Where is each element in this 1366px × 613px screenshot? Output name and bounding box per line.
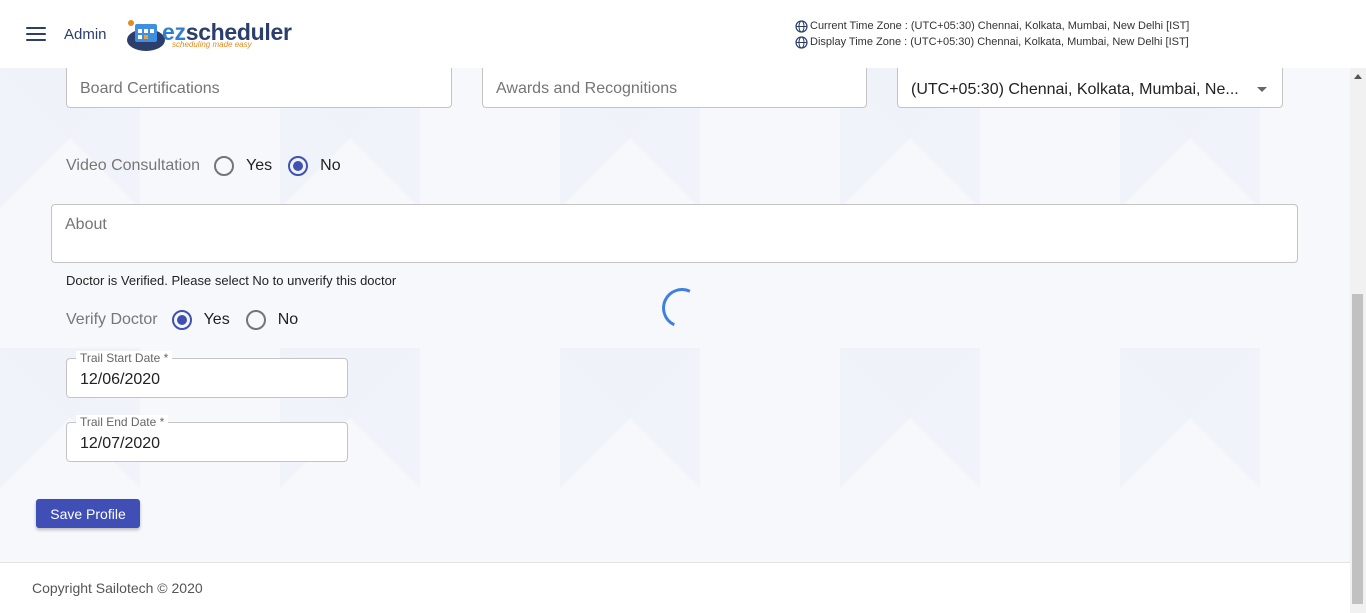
scroll-up-arrow-icon[interactable] (1354, 74, 1362, 79)
verify-doctor-label: Verify Doctor (66, 311, 158, 328)
save-profile-button[interactable]: Save Profile (36, 499, 140, 528)
radio-unchecked-icon (214, 156, 235, 176)
verified-note: Doctor is Verified. Please select No to … (66, 273, 397, 288)
admin-label: Admin (64, 26, 107, 43)
video-consultation-label: Video Consultation (66, 157, 201, 174)
radio-checked-icon (171, 310, 192, 330)
footer: Copyright Sailotech © 2020 (0, 562, 1350, 613)
video-consultation-no-radio[interactable]: No (288, 156, 341, 176)
current-timezone-text: Current Time Zone : (UTC+05:30) Chennai,… (810, 20, 1190, 32)
trial-start-date-input[interactable]: Trail Start Date * 12/06/2020 (66, 351, 348, 398)
verify-doctor-no-radio[interactable]: No (245, 310, 298, 330)
logo-tagline: scheduling made easy (172, 40, 252, 49)
globe-icon (795, 19, 808, 33)
about-placeholder: About (65, 216, 107, 233)
video-consultation-yes-radio[interactable]: Yes (214, 156, 272, 176)
ezscheduler-logo[interactable]: ezscheduler scheduling made easy (126, 14, 298, 54)
app-header: Admin ezscheduler scheduling made easy C… (0, 0, 1366, 68)
radio-checked-icon (288, 156, 309, 176)
radio-unchecked-icon (245, 310, 266, 330)
display-timezone-value: (UTC+05:30) Chennai, Kolkata, Mumbai, Ne… (911, 81, 1239, 98)
scrollbar-thumb[interactable] (1352, 294, 1363, 604)
copyright-text: Copyright Sailotech © 2020 (32, 580, 203, 596)
awards-placeholder: Awards and Recognitions (496, 80, 678, 97)
vertical-scrollbar[interactable] (1350, 68, 1366, 613)
verify-doctor-yes-radio[interactable]: Yes (171, 310, 230, 330)
video-consultation-group: Video Consultation Yes No (66, 156, 357, 176)
display-timezone-text: Display Time Zone : (UTC+05:30) Chennai,… (810, 36, 1189, 48)
menu-icon[interactable] (26, 27, 46, 43)
trial-start-date-value: 12/06/2020 (80, 371, 161, 388)
trial-start-date-label: Trail Start Date * (76, 351, 173, 365)
trial-end-date-input[interactable]: Trail End Date * 12/07/2020 (66, 415, 348, 462)
chevron-down-icon (1257, 87, 1267, 92)
trial-end-date-label: Trail End Date * (76, 415, 169, 429)
board-certifications-placeholder: Board Certifications (80, 80, 220, 97)
timezone-info: Current Time Zone : (UTC+05:30) Chennai,… (795, 18, 1189, 50)
globe-icon (795, 35, 808, 49)
about-textarea[interactable]: About (51, 204, 1298, 263)
verify-doctor-group: Verify Doctor Yes No (66, 310, 314, 330)
trial-end-date-value: 12/07/2020 (80, 435, 161, 452)
